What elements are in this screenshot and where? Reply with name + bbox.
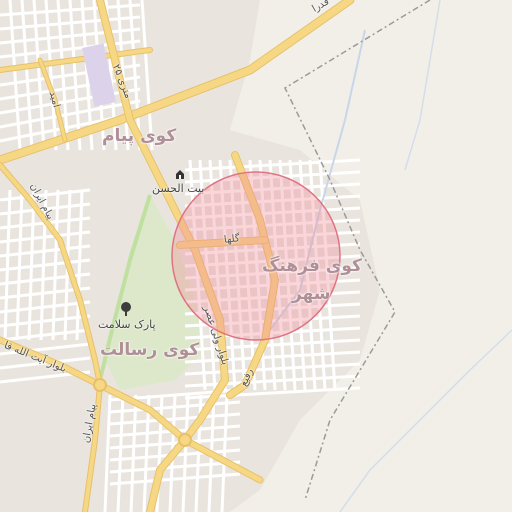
canal-line	[404, 0, 441, 171]
roundabout-south	[178, 433, 192, 447]
district-label-farhang-line2: شهر	[292, 284, 331, 304]
map-viewport[interactable]: کوی پیام کوی فرهنگ شهر کوی رسالت قدرا ۲۵…	[0, 0, 512, 512]
street-label-golha: گلها	[223, 233, 241, 246]
poi-label-beit-al-hasan[interactable]: بیت الحسن	[152, 182, 204, 195]
district-label-payam: کوی پیام	[102, 126, 177, 146]
canal-line-2	[339, 329, 512, 512]
district-label-farhang: کوی فرهنگ	[262, 256, 362, 276]
district-label-resalat: کوی رسالت	[100, 340, 200, 360]
poi-label-park-salamat[interactable]: پارک سلامت	[98, 318, 156, 331]
map-canvas	[0, 0, 512, 512]
roundabout-west	[93, 378, 107, 392]
